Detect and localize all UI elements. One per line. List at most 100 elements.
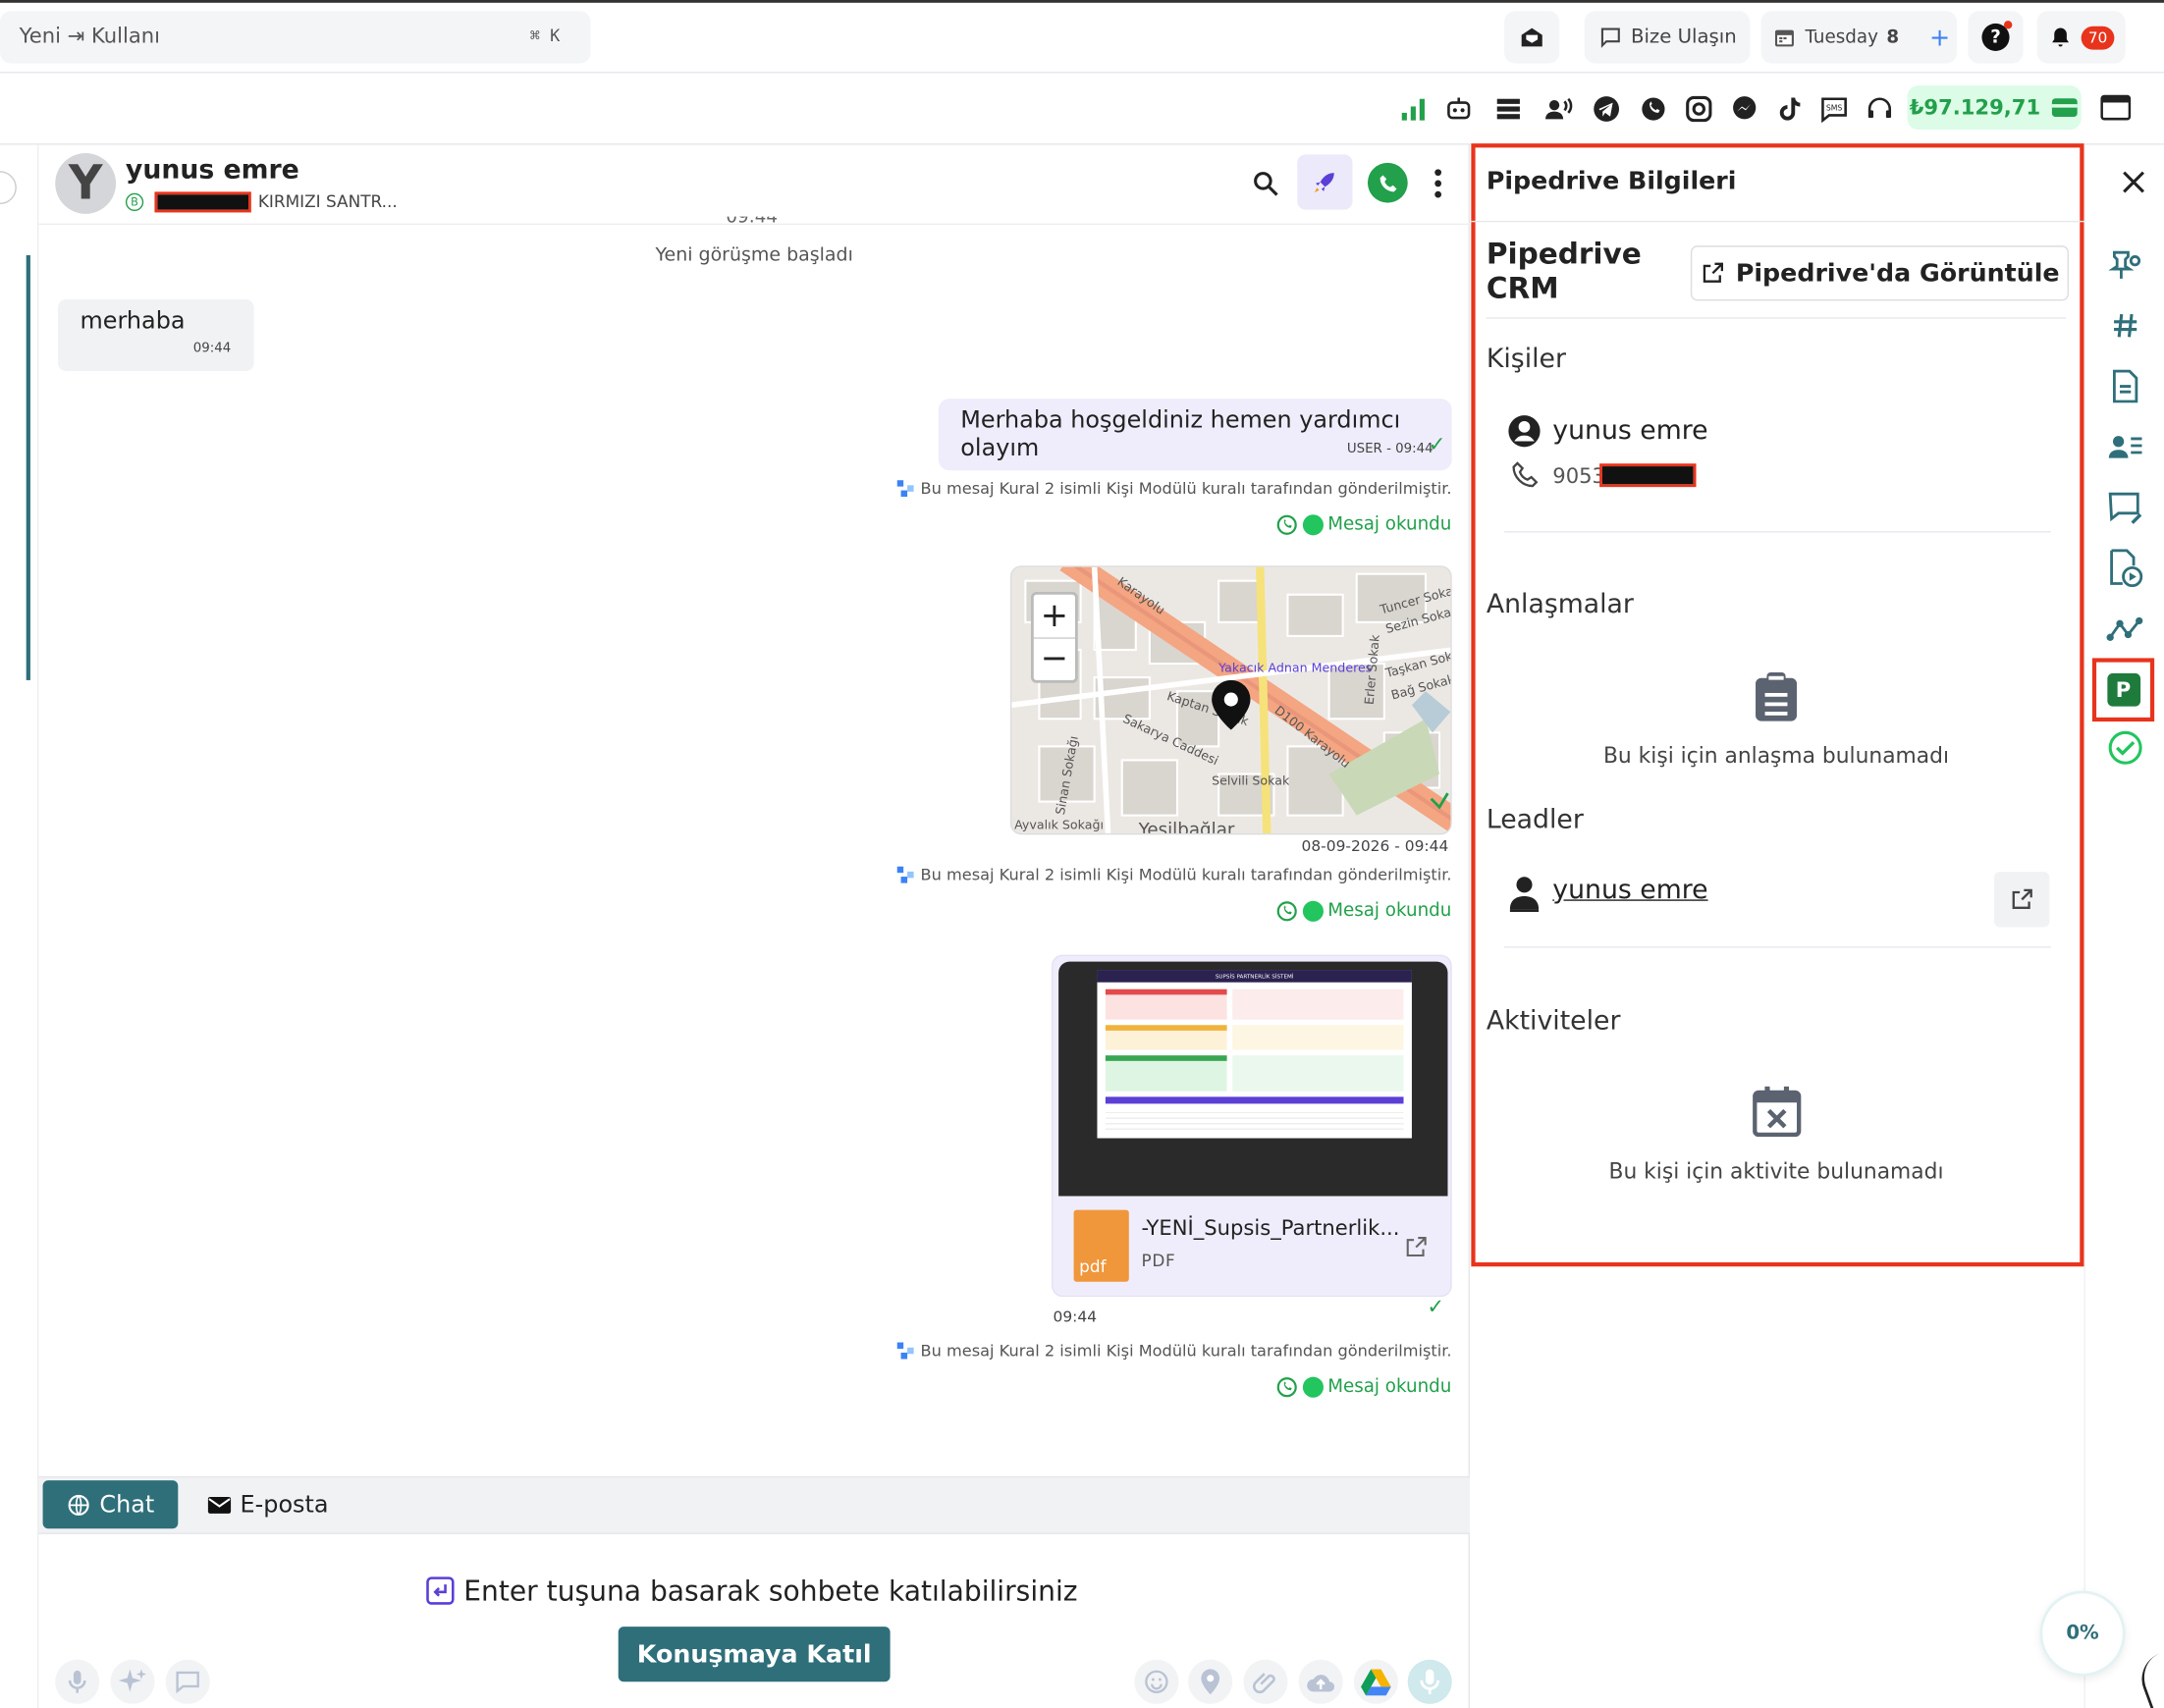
search-placeholder: Yeni ⇥ Kullanı [19, 23, 161, 49]
progress-indicator[interactable]: 0% [2039, 1590, 2126, 1677]
message-edit-icon [176, 1671, 199, 1694]
help-button[interactable]: ? [1968, 11, 2024, 64]
add-date-icon[interactable]: + [1929, 23, 1950, 52]
lead-name-link[interactable]: yunus emre [1552, 875, 1707, 905]
location-map[interactable]: Karayolu Tuncer Sokak Sezin Sokak Yakacı… [1009, 565, 1452, 835]
global-search-input[interactable]: Yeni ⇥ Kullanı ⌘ K [0, 11, 591, 64]
close-icon[interactable] [2120, 168, 2147, 195]
messenger-icon[interactable] [1729, 94, 1759, 125]
tiktok-icon[interactable] [1775, 94, 1806, 125]
file-message[interactable]: SUPSİS PARTNERLİK SİSTEMİ pdf -YENİ_Sups… [1052, 954, 1452, 1298]
rule-note-text: Bu mesaj Kural 2 isimli Kişi Modülü kura… [920, 1341, 1452, 1361]
scroll-indicator[interactable] [26, 255, 30, 680]
rail-pin-button[interactable] [2106, 245, 2144, 284]
zoom-out-button[interactable]: − [1034, 639, 1075, 680]
deals-title: Anlaşmalar [1486, 589, 1634, 620]
view-in-pipedrive-button[interactable]: Pipedrive'da Görüntüle [1690, 245, 2070, 301]
ai-sparkle-button[interactable] [110, 1659, 155, 1704]
pipedrive-panel-title: Pipedrive Bilgileri [1486, 167, 1737, 196]
map-label: Selvili Sokak [1212, 774, 1290, 788]
whatsapp-business-badge: B [125, 192, 144, 212]
tab-chat[interactable]: Chat [42, 1480, 179, 1529]
voice-agent-icon[interactable] [1542, 94, 1573, 125]
signal-bars-icon[interactable] [1398, 94, 1429, 125]
rule-note: Bu mesaj Kural 2 isimli Kişi Modülü kura… [896, 1341, 1452, 1361]
open-lead-button[interactable] [1994, 872, 2050, 928]
sms-icon[interactable]: SMS [1819, 94, 1850, 125]
paperclip-icon [1252, 1673, 1275, 1694]
upload-button[interactable] [1298, 1659, 1343, 1704]
rail-hashtag-button[interactable] [2106, 306, 2144, 345]
contact-name[interactable]: yunus emre [126, 154, 299, 185]
call-button[interactable] [1367, 162, 1408, 203]
contact-us-button[interactable]: Bize Ulaşın [1584, 11, 1751, 64]
open-external-icon[interactable] [1404, 1235, 1429, 1259]
search-icon[interactable] [1250, 168, 1280, 198]
deals-empty-text: Bu kişi için anlaşma bulunamadı [1602, 743, 1950, 769]
green-dot-icon [1302, 900, 1324, 922]
pdf-icon-label: pdf [1079, 1256, 1107, 1277]
check-icon: ✓ [1428, 431, 1446, 457]
rail-status-button[interactable] [2106, 728, 2144, 767]
join-conversation-button[interactable]: Konuşmaya Katıl [618, 1627, 891, 1682]
quick-reply-button[interactable] [165, 1659, 210, 1704]
pipedrive-icon: P [2106, 672, 2140, 707]
progress-value: 0% [2066, 1622, 2099, 1645]
list-icon[interactable] [1493, 94, 1524, 125]
emoji-button[interactable] [1134, 1659, 1179, 1704]
rail-messages-button[interactable] [2106, 489, 2144, 527]
chat-bubble-icon [1600, 27, 1620, 48]
person-icon [1509, 877, 1540, 913]
file-type: PDF [1141, 1251, 1176, 1271]
instagram-icon[interactable] [1684, 94, 1714, 125]
panel-toggle-icon[interactable] [2100, 94, 2132, 122]
more-options-icon[interactable] [1427, 167, 1448, 200]
file-name: -YENİ_Supsis_Partnerlik... [1141, 1215, 1400, 1241]
google-drive-button[interactable] [1353, 1659, 1398, 1704]
mail-button[interactable] [1504, 11, 1560, 64]
join-hint: Enter tuşuna basarak sohbete katılabilir… [425, 1575, 1078, 1607]
tab-email[interactable]: E-posta [193, 1480, 343, 1528]
globe-icon [68, 1494, 89, 1516]
pdf-file-icon: pdf [1073, 1209, 1129, 1282]
microphone-icon [1420, 1669, 1440, 1694]
green-dot-icon [1302, 514, 1324, 536]
read-status: Mesaj okundu [1275, 513, 1452, 537]
rail-contact-button[interactable] [2106, 428, 2144, 466]
zoom-in-button[interactable]: + [1033, 595, 1075, 639]
read-status-text: Mesaj okundu [1327, 514, 1452, 536]
rail-journey-button[interactable] [2106, 610, 2144, 648]
rail-notes-button[interactable] [2106, 367, 2144, 405]
file-preview: SUPSİS PARTNERLİK SİSTEMİ [1058, 961, 1448, 1197]
search-shortcut: ⌘ K [529, 26, 561, 46]
microphone-icon [68, 1670, 86, 1693]
pipedrive-crm-label: Pipedrive CRM [1487, 238, 1642, 306]
crm-label-line2: CRM [1486, 271, 1559, 305]
crm-label-line1: Pipedrive [1486, 237, 1642, 271]
telegram-icon[interactable] [1592, 94, 1622, 125]
help-icon: ? [1981, 21, 2013, 52]
voice-record-button[interactable] [1407, 1659, 1452, 1704]
headset-icon[interactable] [1865, 94, 1895, 125]
svg-text:SMS: SMS [1826, 103, 1843, 112]
workflow-icon [896, 479, 914, 497]
left-rail-edge [0, 144, 39, 1708]
contact-us-label: Bize Ulaşın [1630, 26, 1737, 49]
divider [1486, 317, 2067, 319]
workflow-icon [896, 865, 914, 882]
notifications-button[interactable]: 70 [2036, 11, 2126, 64]
location-button[interactable] [1188, 1659, 1233, 1704]
phone-icon [1379, 174, 1396, 191]
attachment-button[interactable] [1243, 1659, 1288, 1704]
tab-email-label: E-posta [240, 1490, 329, 1519]
whatsapp-icon[interactable] [1638, 94, 1668, 125]
rocket-button[interactable] [1297, 154, 1353, 210]
microphone-button[interactable] [55, 1659, 100, 1704]
outgoing-message: Merhaba hoşgeldiniz hemen yardımcı olayı… [938, 399, 1452, 471]
message-edit-icon [2108, 492, 2142, 524]
rail-pipedrive-button[interactable]: P [2091, 658, 2155, 722]
rail-recordings-button[interactable] [2106, 549, 2144, 588]
balance-badge[interactable]: ₺97.129,71 [1907, 85, 2082, 131]
bot-icon[interactable] [1443, 94, 1474, 125]
date-widget[interactable]: Tuesday 8 + [1760, 11, 1958, 64]
